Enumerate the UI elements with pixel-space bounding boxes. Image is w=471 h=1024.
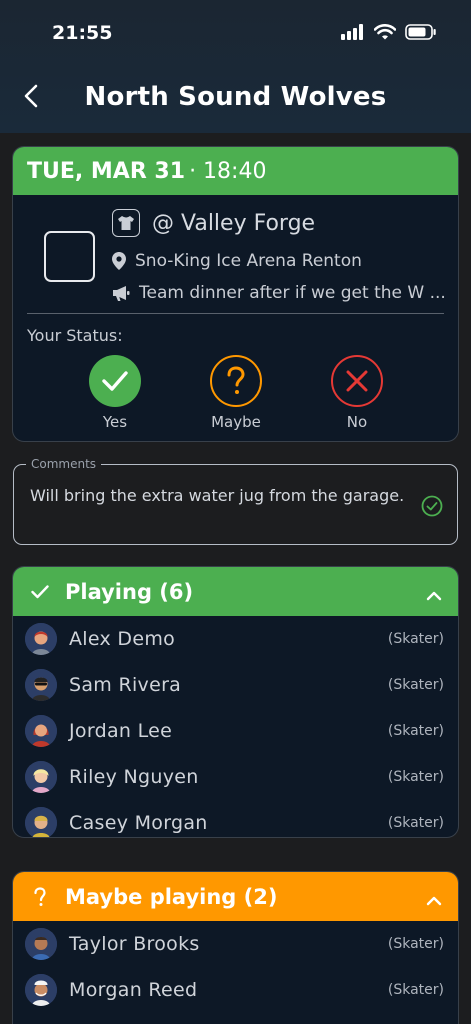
- jersey-icon: [112, 209, 140, 237]
- player-row[interactable]: Riley Nguyen (Skater): [13, 754, 458, 800]
- player-name: Casey Morgan: [69, 812, 208, 834]
- question-icon: [29, 886, 51, 907]
- rsvp-yes-label: Yes: [102, 413, 128, 431]
- avatar: [25, 761, 57, 793]
- rsvp-no-button[interactable]: No: [322, 355, 392, 431]
- player-role: (Skater): [387, 723, 444, 739]
- check-circle-icon[interactable]: [421, 495, 443, 521]
- rsvp-maybe-button[interactable]: Maybe: [201, 355, 271, 431]
- check-icon: [29, 584, 51, 599]
- maybe-group: Maybe playing (2) Taylor Brooks (Skater)…: [12, 871, 459, 1024]
- player-name: Alex Demo: [69, 628, 176, 650]
- event-date: TUE, MAR 31: [27, 158, 186, 184]
- rsvp-no-label: No: [346, 413, 368, 431]
- maybe-group-header[interactable]: Maybe playing (2): [13, 872, 458, 921]
- playing-group-header[interactable]: Playing (6): [13, 567, 458, 616]
- avatar: [25, 669, 57, 701]
- player-name: Sam Rivera: [69, 674, 182, 696]
- check-icon: [89, 355, 141, 407]
- close-icon: [331, 355, 383, 407]
- player-role: (Skater): [387, 982, 444, 998]
- avatar: [25, 623, 57, 655]
- event-location: Sno-King Ice Arena Renton: [135, 251, 362, 271]
- avatar: [25, 715, 57, 747]
- rsvp-maybe-label: Maybe: [211, 413, 261, 431]
- event-location-row[interactable]: Sno-King Ice Arena Renton: [112, 251, 362, 271]
- megaphone-icon: [113, 286, 130, 301]
- status-time: 21:55: [52, 22, 113, 44]
- player-name: Morgan Reed: [69, 979, 198, 1001]
- maybe-group-title: Maybe playing (2): [65, 884, 278, 909]
- player-row[interactable]: Alex Demo (Skater): [13, 616, 458, 662]
- player-name: Jordan Lee: [69, 720, 173, 742]
- player-role: (Skater): [387, 815, 444, 831]
- app-header: 21:55 North Sound Wolves: [0, 0, 471, 133]
- question-icon: [210, 355, 262, 407]
- player-row[interactable]: Taylor Brooks (Skater): [13, 921, 458, 967]
- divider: [27, 313, 444, 314]
- event-card[interactable]: TUE, MAR 31 · 18:40 @ Valley Forge Sno-K…: [12, 146, 459, 442]
- event-time: · 18:40: [189, 158, 267, 184]
- chevron-up-icon[interactable]: [426, 888, 442, 912]
- event-note: Team dinner after if we get the W ...: [139, 283, 446, 303]
- status-icons: [341, 24, 437, 40]
- battery-icon: [405, 24, 436, 40]
- event-opponent: @ Valley Forge: [152, 211, 316, 236]
- page-title: North Sound Wolves: [84, 82, 387, 112]
- comments-text[interactable]: Will bring the extra water jug from the …: [30, 484, 410, 508]
- chevron-up-icon[interactable]: [426, 583, 442, 607]
- player-name: Taylor Brooks: [69, 933, 200, 955]
- player-role: (Skater): [387, 936, 444, 952]
- event-note-row: Team dinner after if we get the W ...: [112, 283, 446, 303]
- your-status-label: Your Status:: [27, 326, 123, 345]
- avatar: [25, 974, 57, 1006]
- player-name: Riley Nguyen: [69, 766, 199, 788]
- event-date-header: TUE, MAR 31 · 18:40: [13, 147, 458, 195]
- player-role: (Skater): [387, 769, 444, 785]
- comments-field[interactable]: Comments Will bring the extra water jug …: [13, 457, 458, 545]
- playing-group-title: Playing (6): [65, 579, 194, 604]
- player-row[interactable]: Sam Rivera (Skater): [13, 662, 458, 708]
- avatar: [25, 807, 57, 837]
- player-row[interactable]: Casey Morgan (Skater): [13, 800, 458, 837]
- team-logo-placeholder: [44, 231, 95, 282]
- player-row[interactable]: Jordan Lee (Skater): [13, 708, 458, 754]
- signal-icon: [341, 24, 363, 40]
- player-role: (Skater): [387, 631, 444, 647]
- avatar: [25, 928, 57, 960]
- wifi-icon: [374, 24, 396, 40]
- player-role: (Skater): [387, 677, 444, 693]
- playing-group: Playing (6) Alex Demo (Skater) Sam River…: [12, 566, 459, 838]
- map-pin-icon: [112, 252, 126, 270]
- comments-label: Comments: [26, 457, 102, 471]
- rsvp-yes-button[interactable]: Yes: [80, 355, 150, 431]
- player-row[interactable]: Morgan Reed (Skater): [13, 967, 458, 1013]
